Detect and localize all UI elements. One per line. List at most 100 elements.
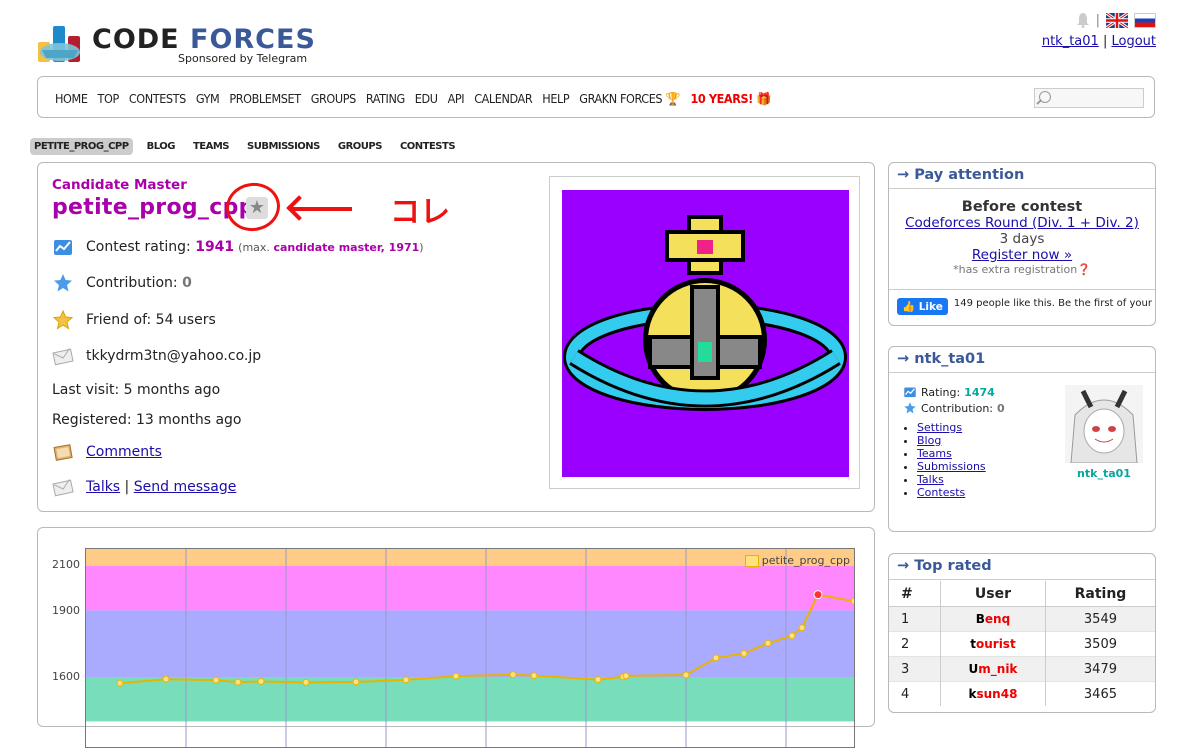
profile-submenu: PETITE_PROG_CPP BLOG TEAMS SUBMISSIONS G…	[30, 138, 459, 155]
rating-point[interactable]	[402, 676, 410, 684]
logo-sponsor-text: Sponsored by Telegram	[178, 52, 308, 65]
current-user-title: → ntk_ta01	[889, 347, 1155, 373]
menu-calendar[interactable]: CALENDAR	[474, 91, 532, 107]
menu-problemset[interactable]: PROBLEMSET	[229, 91, 301, 107]
menu-contests[interactable]: CONTESTS	[129, 91, 186, 107]
pay-attention-box: → Pay attention Before contest Codeforce…	[888, 162, 1156, 326]
top-rated-title: → Top rated	[889, 554, 1155, 580]
teams-link[interactable]: Teams	[917, 447, 952, 460]
max-rank: candidate master, 1971	[273, 240, 420, 254]
rating-point[interactable]	[594, 676, 602, 684]
rating-point[interactable]	[530, 672, 538, 680]
before-contest-label: Before contest	[961, 199, 1083, 215]
current-user-box: → ntk_ta01 Rating: 1474 Contribution: 0 …	[888, 346, 1156, 532]
help-icon[interactable]: ❓	[1077, 263, 1091, 276]
menu-top[interactable]: TOP	[98, 91, 120, 107]
menu-rating[interactable]: RATING	[366, 91, 405, 107]
header-separator: |	[1102, 34, 1108, 49]
uk-flag-icon[interactable]	[1106, 12, 1128, 28]
anime-avatar-icon	[1065, 385, 1143, 463]
register-now-link[interactable]: Register now »	[972, 247, 1072, 263]
like-count-text: 149 people like this. Be the first of yo…	[953, 298, 1152, 309]
menu-groups[interactable]: GROUPS	[311, 91, 357, 107]
tab-profile[interactable]: PETITE_PROG_CPP	[30, 138, 133, 155]
registered: Registered: 13 months ago	[52, 412, 242, 428]
tab-contests[interactable]: CONTESTS	[396, 138, 459, 155]
rating-point[interactable]	[234, 678, 242, 686]
comments-row: Comments	[52, 441, 162, 463]
menu-10-years[interactable]: 10 YEARS! 🎁	[691, 91, 772, 107]
rating-point[interactable]	[212, 676, 220, 684]
rating-value: 1941	[195, 239, 235, 255]
tab-teams[interactable]: TEAMS	[189, 138, 233, 155]
tab-groups[interactable]: GROUPS	[334, 138, 386, 155]
table-row: 3 Um_nik 3479	[889, 656, 1155, 682]
orb-avatar-icon	[563, 215, 847, 411]
top-user-link[interactable]: Um_nik	[969, 662, 1018, 676]
rating-point[interactable]	[509, 671, 517, 679]
table-row: 1 Benq 3549	[889, 606, 1155, 632]
talks-envelope-icon	[52, 479, 74, 497]
ru-flag-icon[interactable]	[1134, 12, 1156, 28]
rating-point[interactable]	[764, 639, 772, 647]
max-rating-note: (max. candidate master, 1971)	[238, 240, 424, 254]
talks-link[interactable]: Talks	[86, 479, 120, 495]
user-avatar[interactable]	[1065, 385, 1143, 463]
bell-icon[interactable]	[1076, 12, 1090, 28]
rating-point[interactable]	[257, 677, 265, 685]
rating-point[interactable]	[813, 590, 823, 600]
contest-round-link[interactable]: Codeforces Round (Div. 1 + Div. 2)	[905, 215, 1139, 231]
settings-link[interactable]: Settings	[917, 421, 962, 434]
rating-band-2	[86, 610, 854, 677]
send-message-link[interactable]: Send message	[134, 479, 237, 495]
logout-link[interactable]: Logout	[1111, 34, 1156, 49]
rating-point[interactable]	[682, 671, 690, 679]
tab-submissions[interactable]: SUBMISSIONS	[243, 138, 324, 155]
user-rating-value: 1474	[964, 385, 995, 399]
menu-grakn-forces[interactable]: GRAKN FORCES 🏆	[579, 91, 681, 107]
user-contribution-row: Contribution: 0	[903, 401, 1005, 415]
user-rank: Candidate Master	[52, 177, 187, 193]
rating-point[interactable]	[788, 632, 796, 640]
rating-point[interactable]	[302, 678, 310, 686]
header-user-area: | ntk_ta01 | Logout	[1041, 12, 1156, 49]
codeforces-logo[interactable]: CODE FORCES Sponsored by Telegram	[36, 18, 336, 68]
ytick-1600: 1600	[52, 670, 80, 683]
facebook-like-button[interactable]: 👍 Like	[897, 298, 948, 315]
top-user-link[interactable]: Benq	[976, 612, 1010, 626]
rating-point[interactable]	[712, 654, 720, 662]
rating-point[interactable]	[116, 679, 124, 687]
rating-point[interactable]	[740, 649, 748, 657]
menu-gym[interactable]: GYM	[196, 91, 220, 107]
rating-band-1	[86, 566, 854, 611]
profile-box: Candidate Master petite_prog_cpp ★ コレ Co…	[37, 162, 875, 512]
rating-chart-small-icon	[904, 387, 916, 398]
top-user-link[interactable]: tourist	[970, 637, 1015, 651]
rating-point[interactable]	[850, 597, 855, 605]
tab-blog[interactable]: BLOG	[143, 138, 179, 155]
rating-point[interactable]	[798, 624, 806, 632]
rating-point[interactable]	[352, 678, 360, 686]
rating-point[interactable]	[452, 672, 460, 680]
rating-point[interactable]	[162, 675, 170, 683]
contests-sidebar-link[interactable]: Contests	[917, 486, 965, 499]
menu-home[interactable]: HOME	[55, 91, 88, 107]
annotation-text: コレ	[390, 195, 450, 230]
comments-link[interactable]: Comments	[86, 444, 162, 460]
col-user-header: User	[940, 581, 1046, 607]
menu-edu[interactable]: EDU	[415, 91, 438, 107]
talks-sidebar-link[interactable]: Talks	[917, 473, 944, 486]
blog-link[interactable]: Blog	[917, 434, 941, 447]
rating-point[interactable]	[622, 672, 630, 680]
submissions-link[interactable]: Submissions	[917, 460, 986, 473]
rating-plot[interactable]	[85, 548, 855, 748]
extra-registration-note: *has extra registration	[953, 263, 1078, 276]
search-input[interactable]	[1034, 88, 1144, 108]
user-avatar-frame	[549, 176, 860, 489]
header-user-link[interactable]: ntk_ta01	[1042, 34, 1099, 49]
user-contribution-value: 0	[997, 401, 1005, 415]
menu-help[interactable]: HELP	[542, 91, 569, 107]
user-rating-row: Rating: 1474	[903, 385, 1005, 399]
menu-api[interactable]: API	[448, 91, 465, 107]
user-avatar-name[interactable]: ntk_ta01	[1065, 467, 1143, 480]
